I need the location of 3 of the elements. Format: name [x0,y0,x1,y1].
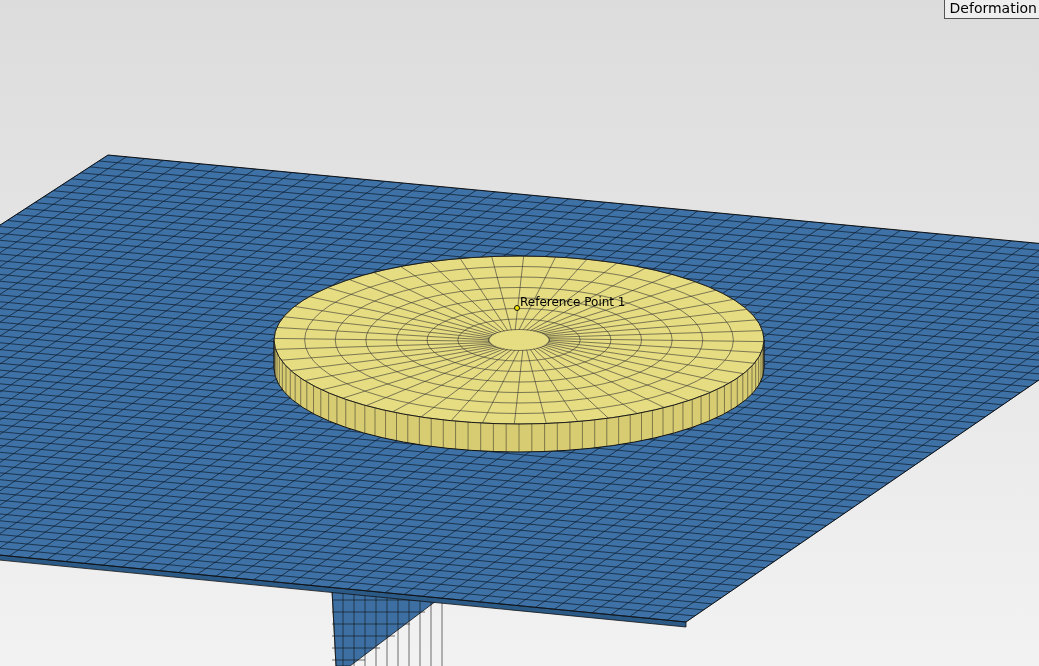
reference-point-icon [514,305,520,311]
reference-point-label: Reference Point 1 [520,295,626,309]
deformation-button[interactable]: Deformation [943,0,1039,19]
